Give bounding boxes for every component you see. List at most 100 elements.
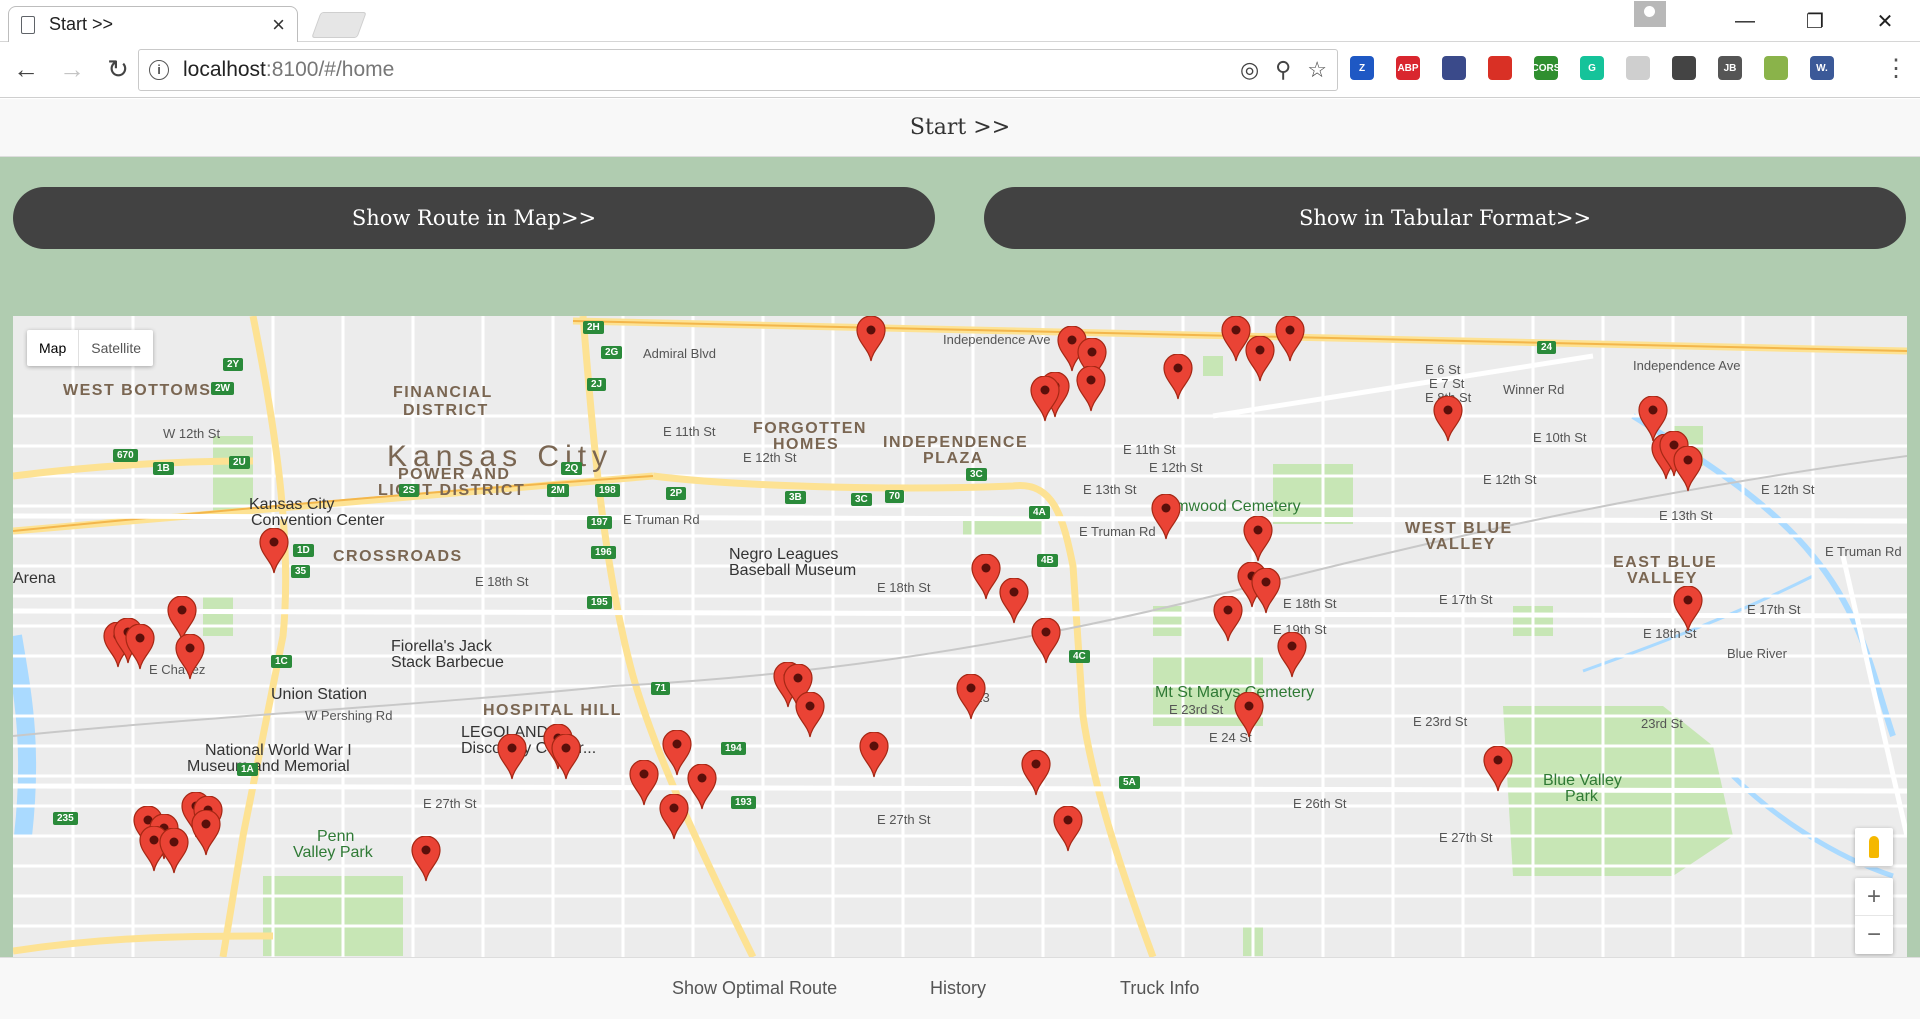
map-marker-icon[interactable] <box>971 554 1001 600</box>
location-target-icon[interactable]: ◎ <box>1240 57 1259 83</box>
map-label-e-13th-st-2: E 13th St <box>1659 508 1713 523</box>
extension-icon[interactable] <box>1442 56 1466 80</box>
highway-shield: 2G <box>601 346 623 359</box>
map-marker-icon[interactable] <box>1031 618 1061 664</box>
map-marker-icon[interactable] <box>551 734 581 780</box>
map-marker-icon[interactable] <box>1163 354 1193 400</box>
map-marker-icon[interactable] <box>191 810 221 856</box>
address-bar[interactable]: i localhost:8100/#/home ◎ ⚲ ☆ <box>138 49 1338 91</box>
map-marker-icon[interactable] <box>1251 568 1281 614</box>
map-marker-icon[interactable] <box>1221 316 1251 362</box>
nav-truck-info[interactable]: Truck Info <box>1120 978 1199 999</box>
map-label-e-12th-st-3: E 12th St <box>1483 472 1537 487</box>
highway-shield: 5A <box>1119 776 1140 789</box>
map-label-e-10th-st: E 10th St <box>1533 430 1587 445</box>
highway-shield: 4B <box>1037 554 1058 567</box>
map-marker-icon[interactable] <box>1053 806 1083 852</box>
url-host: localhost <box>183 58 266 81</box>
highway-shield: 670 <box>113 449 138 462</box>
close-tab-icon[interactable]: × <box>272 13 285 36</box>
map-type-control: Map Satellite <box>27 330 154 366</box>
map-marker-icon[interactable] <box>1275 316 1305 362</box>
show-table-button[interactable]: Show in Tabular Format>> <box>984 187 1906 249</box>
map-marker-icon[interactable] <box>687 764 717 810</box>
map-label-e-17th-st-2: E 17th St <box>1747 602 1801 617</box>
map-marker-icon[interactable] <box>629 760 659 806</box>
map-label-e-11th-st: E 11th St <box>663 424 716 439</box>
map-label-negro-leagues-1: Negro Leagues <box>729 546 839 563</box>
nav-show-optimal-route[interactable]: Show Optimal Route <box>672 978 837 999</box>
map[interactable]: Map Satellite + − Kansas City WEST BOTTOM… <box>13 316 1907 957</box>
highway-shield: 24 <box>1537 341 1557 354</box>
map-marker-icon[interactable] <box>175 634 205 680</box>
menu-dots-icon[interactable]: ⋮ <box>1884 54 1908 83</box>
face-icon[interactable] <box>1764 56 1788 80</box>
map-label-independence-ave-1: Independence Ave <box>943 332 1051 347</box>
map-label-independence-ave-2: Independence Ave <box>1633 358 1741 373</box>
minimize-icon[interactable]: — <box>1710 10 1780 33</box>
map-marker-icon[interactable] <box>859 732 889 778</box>
map-label-e-12th-st-4: E 12th St <box>1761 482 1815 497</box>
map-label-financial-district-2: DISTRICT <box>403 402 489 419</box>
map-marker-icon[interactable] <box>659 794 689 840</box>
highway-shield: 1C <box>271 655 292 668</box>
map-marker-icon[interactable] <box>125 624 155 670</box>
map-marker-icon[interactable] <box>1234 692 1264 738</box>
highway-shield: 195 <box>587 596 612 609</box>
bookmark-extension-icon[interactable] <box>1488 56 1512 80</box>
street-view-pegman-icon[interactable] <box>1855 828 1893 866</box>
back-arrow-icon[interactable]: ← <box>6 54 46 85</box>
show-route-button[interactable]: Show Route in Map>> <box>13 187 935 249</box>
zoom-icon[interactable]: ⚲ <box>1275 57 1291 83</box>
map-marker-icon[interactable] <box>956 674 986 720</box>
new-tab-button[interactable] <box>311 12 367 38</box>
map-marker-icon[interactable] <box>1277 632 1307 678</box>
map-marker-icon[interactable] <box>1483 746 1513 792</box>
map-marker-icon[interactable] <box>259 528 289 574</box>
page-title: Start >> <box>0 99 1920 157</box>
star-icon[interactable]: ☆ <box>1307 57 1327 83</box>
zoom-out-button[interactable]: − <box>1855 916 1893 954</box>
map-marker-icon[interactable] <box>1433 396 1463 442</box>
map-marker-icon[interactable] <box>159 828 189 874</box>
z-extension-icon[interactable]: Z <box>1350 56 1374 80</box>
map-type-satellite-button[interactable]: Satellite <box>79 330 153 366</box>
map-label-e-18th-st-2: E 18th St <box>1283 596 1337 611</box>
grammarly-icon[interactable]: G <box>1580 56 1604 80</box>
map-marker-icon[interactable] <box>411 836 441 882</box>
zoom-in-button[interactable]: + <box>1855 878 1893 916</box>
cors-icon[interactable]: CORS <box>1532 56 1560 80</box>
map-label-e-27th-st: E 27th St <box>423 796 477 811</box>
map-marker-icon[interactable] <box>795 692 825 738</box>
map-marker-icon[interactable] <box>1673 446 1703 492</box>
adblock-icon[interactable]: ABP <box>1396 56 1420 80</box>
info-icon[interactable]: i <box>149 60 169 80</box>
map-label-e-27th-st-3: E 27th St <box>877 812 931 827</box>
map-marker-icon[interactable] <box>1213 596 1243 642</box>
close-window-icon[interactable]: ✕ <box>1850 9 1920 34</box>
highway-shield: 194 <box>721 742 746 755</box>
highway-shield: 1B <box>153 462 174 475</box>
map-marker-icon[interactable] <box>1076 366 1106 412</box>
map-marker-icon[interactable] <box>1151 494 1181 540</box>
map-marker-icon[interactable] <box>1243 516 1273 562</box>
extension-icon[interactable] <box>1626 56 1650 80</box>
restore-icon[interactable]: ❐ <box>1780 9 1850 34</box>
map-type-map-button[interactable]: Map <box>27 330 80 366</box>
map-marker-icon[interactable] <box>497 734 527 780</box>
map-marker-icon[interactable] <box>856 316 886 362</box>
reload-icon[interactable]: ↻ <box>98 54 138 85</box>
nav-history[interactable]: History <box>930 978 986 999</box>
map-marker-icon[interactable] <box>999 578 1029 624</box>
map-marker-icon[interactable] <box>1021 750 1051 796</box>
w-extension-icon[interactable]: W. <box>1810 56 1834 80</box>
forward-arrow-icon[interactable]: → <box>52 54 92 85</box>
jb-icon[interactable]: JB <box>1718 56 1742 80</box>
url-text[interactable]: localhost:8100/#/home <box>183 58 1240 82</box>
browser-tab[interactable]: Start >> × <box>8 6 298 42</box>
map-label-wwi-2: Museum and Memorial <box>187 758 350 775</box>
map-marker-icon[interactable] <box>1673 586 1703 632</box>
shield-icon[interactable] <box>1672 56 1696 80</box>
map-marker-icon[interactable] <box>1030 376 1060 422</box>
profile-icon[interactable] <box>1634 1 1666 27</box>
